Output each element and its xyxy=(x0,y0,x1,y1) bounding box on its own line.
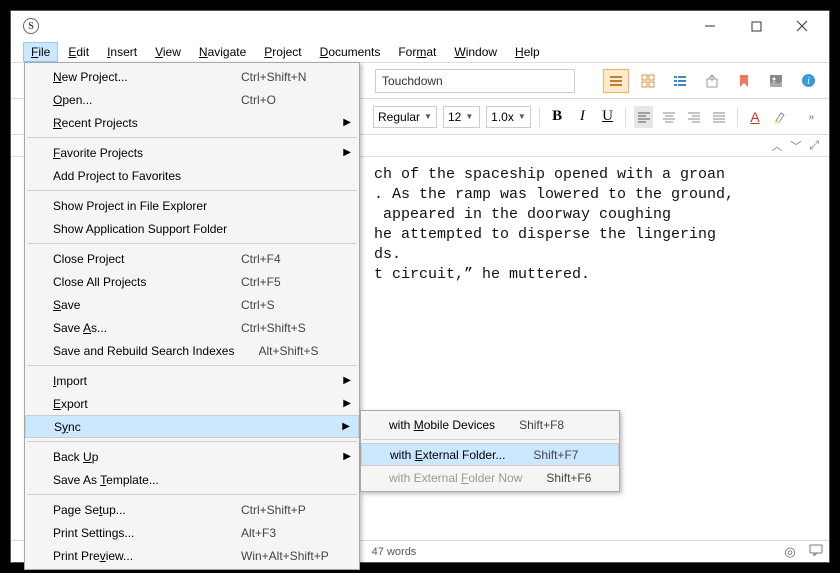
bookmark-icon[interactable] xyxy=(731,69,757,93)
file-menu-item[interactable]: Add Project to Favorites xyxy=(25,164,359,187)
file-menu-item[interactable]: Sync▶ xyxy=(25,415,359,438)
document-title-input[interactable]: Touchdown xyxy=(375,69,575,93)
highlight-button[interactable] xyxy=(771,106,790,128)
file-menu-item[interactable]: Print Settings...Alt+F3 xyxy=(25,521,359,544)
bold-button[interactable]: B xyxy=(548,106,567,128)
snapshot-icon[interactable] xyxy=(763,69,789,93)
svg-text:i: i xyxy=(807,76,810,87)
view-mode-outline-icon[interactable] xyxy=(667,69,693,93)
view-mode-editor-icon[interactable] xyxy=(603,69,629,93)
italic-button[interactable]: I xyxy=(573,106,592,128)
menu-project[interactable]: Project xyxy=(256,42,309,62)
file-menu-item[interactable]: Close ProjectCtrl+F4 xyxy=(25,247,359,270)
submenu-arrow-icon: ▶ xyxy=(343,147,351,158)
font-style-select[interactable]: Regular▼ xyxy=(373,106,437,128)
expand-icon[interactable]: ⤢ xyxy=(809,138,819,153)
align-right-button[interactable] xyxy=(684,106,703,128)
submenu-arrow-icon: ▶ xyxy=(343,451,351,462)
file-menu-item[interactable]: Export▶ xyxy=(25,392,359,415)
menu-view[interactable]: View xyxy=(147,42,189,62)
info-icon[interactable]: i xyxy=(795,69,821,93)
underline-button[interactable]: U xyxy=(598,106,617,128)
menu-insert[interactable]: Insert xyxy=(99,42,145,62)
file-menu-item[interactable]: Show Project in File Explorer xyxy=(25,194,359,217)
toolbar-overflow-button[interactable]: » xyxy=(802,106,821,128)
file-menu-item[interactable]: Print Preview...Win+Alt+Shift+P xyxy=(25,544,359,567)
file-menu-item[interactable]: SaveCtrl+S xyxy=(25,293,359,316)
app-icon: S xyxy=(23,18,39,34)
file-menu-item[interactable]: Close All ProjectsCtrl+F5 xyxy=(25,270,359,293)
maximize-button[interactable] xyxy=(733,11,779,41)
submenu-arrow-icon: ▶ xyxy=(343,375,351,386)
menubar: FileEditInsertViewNavigateProjectDocumen… xyxy=(11,41,829,63)
sync-menu-item[interactable]: with External Folder...Shift+F7 xyxy=(361,443,619,466)
file-menu-item[interactable]: Show Application Support Folder xyxy=(25,217,359,240)
sync-menu-item: with External Folder NowShift+F6 xyxy=(361,466,619,489)
share-icon[interactable] xyxy=(699,69,725,93)
file-menu-item[interactable]: Import▶ xyxy=(25,369,359,392)
file-menu-item[interactable]: Page Setup...Ctrl+Shift+P xyxy=(25,498,359,521)
chevron-up-icon[interactable]: ︿ xyxy=(771,138,782,154)
menu-help[interactable]: Help xyxy=(507,42,548,62)
sync-menu-item[interactable]: with Mobile DevicesShift+F8 xyxy=(361,413,619,436)
align-justify-button[interactable] xyxy=(709,106,728,128)
minimize-button[interactable] xyxy=(687,11,733,41)
submenu-arrow-icon: ▶ xyxy=(343,398,351,409)
menu-window[interactable]: Window xyxy=(446,42,505,62)
file-menu-item[interactable]: Save and Rebuild Search IndexesAlt+Shift… xyxy=(25,339,359,362)
text-color-button[interactable]: A xyxy=(745,106,764,128)
sync-submenu: with Mobile DevicesShift+F8 with External… xyxy=(360,410,620,492)
file-menu-item[interactable]: Recent Projects▶ xyxy=(25,111,359,134)
file-menu-item[interactable]: Save As Template... xyxy=(25,468,359,491)
file-menu-item[interactable]: Back Up▶ xyxy=(25,445,359,468)
menu-format[interactable]: Format xyxy=(390,42,444,62)
font-size-select[interactable]: 12▼ xyxy=(443,106,480,128)
menu-navigate[interactable]: Navigate xyxy=(191,42,254,62)
submenu-arrow-icon: ▶ xyxy=(343,117,351,128)
view-mode-cork-icon[interactable] xyxy=(635,69,661,93)
menu-documents[interactable]: Documents xyxy=(312,42,389,62)
align-center-button[interactable] xyxy=(659,106,678,128)
comment-icon[interactable] xyxy=(803,544,829,559)
zoom-select[interactable]: 1.0x▼ xyxy=(486,106,531,128)
file-menu: New Project...Ctrl+Shift+NOpen...Ctrl+OR… xyxy=(24,62,360,570)
file-menu-item[interactable]: New Project...Ctrl+Shift+N xyxy=(25,65,359,88)
file-menu-item[interactable]: Save As...Ctrl+Shift+S xyxy=(25,316,359,339)
target-icon[interactable]: ◎ xyxy=(777,544,803,560)
menu-edit[interactable]: Edit xyxy=(60,42,97,62)
chevron-down-icon[interactable]: ﹀ xyxy=(790,138,801,154)
align-left-button[interactable] xyxy=(634,106,653,128)
menu-file[interactable]: File xyxy=(23,42,58,62)
file-menu-item[interactable]: Favorite Projects▶ xyxy=(25,141,359,164)
submenu-arrow-icon: ▶ xyxy=(342,421,350,432)
close-button[interactable] xyxy=(779,11,825,41)
titlebar: S xyxy=(11,11,829,41)
file-menu-item[interactable]: Open...Ctrl+O xyxy=(25,88,359,111)
